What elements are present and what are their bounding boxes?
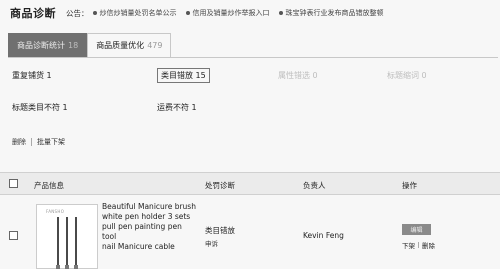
page-header: 商品诊断 公告： 炒信炒销量处罚名单公示 信用及销量炒作举报入口 珠宝钟表行业发… [0, 0, 500, 26]
column-operation: 操作 [402, 181, 417, 190]
column-diagnosis: 处罚诊断 [205, 181, 235, 190]
filter-category-misplaced[interactable]: 类目错放 15 [157, 68, 210, 83]
filter-attribute-wrong[interactable]: 属性错选 0 [278, 70, 318, 81]
notice-link-2[interactable]: 信用及销量炒作举报入口 [185, 8, 270, 18]
brush-icon [74, 217, 78, 269]
bullet-icon [185, 11, 190, 15]
notice-bar: 公告： 炒信炒销量处罚名单公示 信用及销量炒作举报入口 珠宝钟表行业发布商品错放… [66, 8, 393, 19]
diagnosis-filters: 重复铺货 1 类目错放 15 属性错选 0 标题缩词 0 标题类目不符 1 运费… [12, 68, 492, 134]
tab-quality-optimization[interactable]: 商品质量优化 479 [87, 33, 172, 57]
notice-label: 公告： [66, 8, 89, 18]
filter-title-abbreviation[interactable]: 标题缩词 0 [387, 70, 427, 81]
column-owner: 负责人 [303, 181, 326, 190]
bullet-icon [278, 11, 283, 15]
delete-link[interactable]: 删除 [12, 137, 26, 147]
tab-diagnosis-stats[interactable]: 商品诊断统计 18 [8, 33, 88, 57]
appeal-link[interactable]: 申诉 [205, 238, 218, 248]
filter-title-category-mismatch[interactable]: 标题类目不符 1 [12, 102, 68, 113]
product-name[interactable]: Beautiful Manicure brush white pen holde… [102, 202, 198, 252]
tab-divider [8, 57, 498, 58]
tab-count: 18 [68, 41, 79, 50]
bullet-icon [92, 11, 97, 15]
owner-name: Kevin Feng [303, 231, 344, 240]
column-product: 产品信息 [34, 181, 64, 190]
row-checkbox[interactable] [9, 231, 18, 240]
divider [31, 138, 32, 146]
diagnosis-value: 类目错放 [205, 226, 235, 235]
notice-link-3[interactable]: 珠宝钟表行业发布商品错放整顿 [278, 8, 384, 18]
row-operations: 下架 删除 [402, 240, 435, 250]
row-delete-link[interactable]: 删除 [422, 240, 435, 250]
filter-shipping-mismatch[interactable]: 运费不符 1 [157, 102, 197, 113]
thumbnail-brand-text: FANSHO [46, 209, 65, 214]
brush-icon [65, 217, 69, 269]
bulk-delist-link[interactable]: 批量下架 [37, 137, 65, 147]
product-diagnosis-page: 商品诊断 公告： 炒信炒销量处罚名单公示 信用及销量炒作举报入口 珠宝钟表行业发… [0, 0, 500, 269]
notice-link-1[interactable]: 炒信炒销量处罚名单公示 [92, 8, 177, 18]
delist-link[interactable]: 下架 [402, 240, 415, 250]
table-row: FANSHO Beautiful Manicure brush white pe… [0, 195, 500, 269]
tab-count: 479 [147, 41, 163, 50]
divider [418, 242, 419, 248]
tab-bar: 商品诊断统计 18 商品质量优化 479 [8, 33, 172, 57]
product-thumbnail[interactable]: FANSHO [36, 204, 98, 269]
edit-button[interactable]: 编辑 [402, 224, 431, 235]
bulk-actions: 删除 批量下架 [12, 137, 65, 147]
table-header: 产品信息 处罚诊断 负责人 操作 [0, 172, 500, 195]
filter-repeat-listing[interactable]: 重复铺货 1 [12, 70, 52, 81]
page-title: 商品诊断 [10, 7, 56, 20]
brush-icon [56, 217, 60, 269]
select-all-checkbox[interactable] [9, 179, 18, 188]
